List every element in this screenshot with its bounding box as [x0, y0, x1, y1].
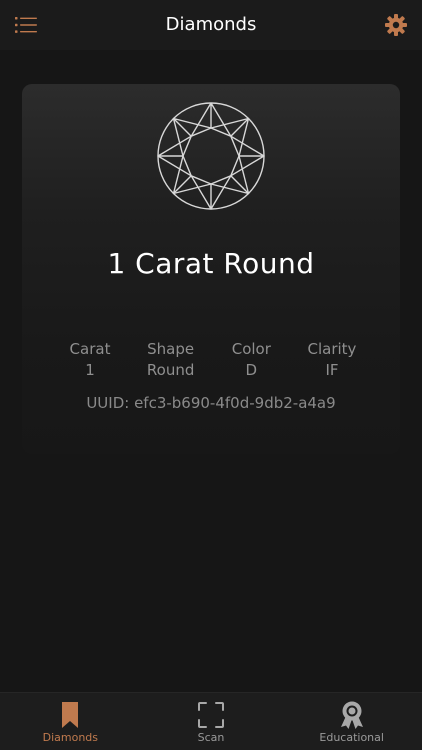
diamond-uuid: UUID: efc3-b690-4f0d-9db2-a4a9: [86, 394, 336, 412]
spec-value: IF: [325, 361, 339, 379]
spec-value: D: [245, 361, 258, 379]
spec-clarity: Clarity IF: [292, 339, 372, 381]
spec-shape: Shape Round: [131, 339, 211, 381]
round-diamond-icon: [157, 102, 265, 210]
spec-value: Round: [146, 361, 195, 379]
page-title: Diamonds: [165, 14, 257, 35]
bookmark-icon: [62, 702, 79, 728]
diamond-title: 1 Carat Round: [107, 247, 315, 280]
tab-label: Scan: [197, 731, 225, 744]
tab-label: Diamonds: [42, 731, 99, 744]
settings-button[interactable]: [382, 12, 410, 38]
diamond-card[interactable]: 1 Carat Round Carat 1 Shape Round Color …: [22, 84, 400, 454]
spec-value: 1: [85, 361, 95, 379]
tab-label: Educational: [319, 731, 384, 744]
scan-frame-icon: [198, 702, 224, 728]
award-ribbon-icon: [340, 701, 363, 729]
tab-bar: Diamonds Scan Educational: [0, 692, 422, 750]
spec-label: Shape: [147, 340, 195, 358]
tab-educational[interactable]: Educational: [281, 693, 422, 750]
spec-carat: Carat 1: [50, 339, 130, 381]
nav-header: Diamonds: [0, 0, 422, 50]
spec-label: Clarity: [307, 340, 357, 358]
spec-color: Color D: [211, 339, 291, 381]
tab-diamonds[interactable]: Diamonds: [0, 693, 141, 750]
tab-scan[interactable]: Scan: [141, 693, 282, 750]
spec-label: Carat: [69, 340, 111, 358]
gear-icon: [385, 14, 407, 36]
spec-label: Color: [231, 340, 271, 358]
diamond-specs: Carat 1 Shape Round Color D Clarity IF: [50, 339, 372, 381]
